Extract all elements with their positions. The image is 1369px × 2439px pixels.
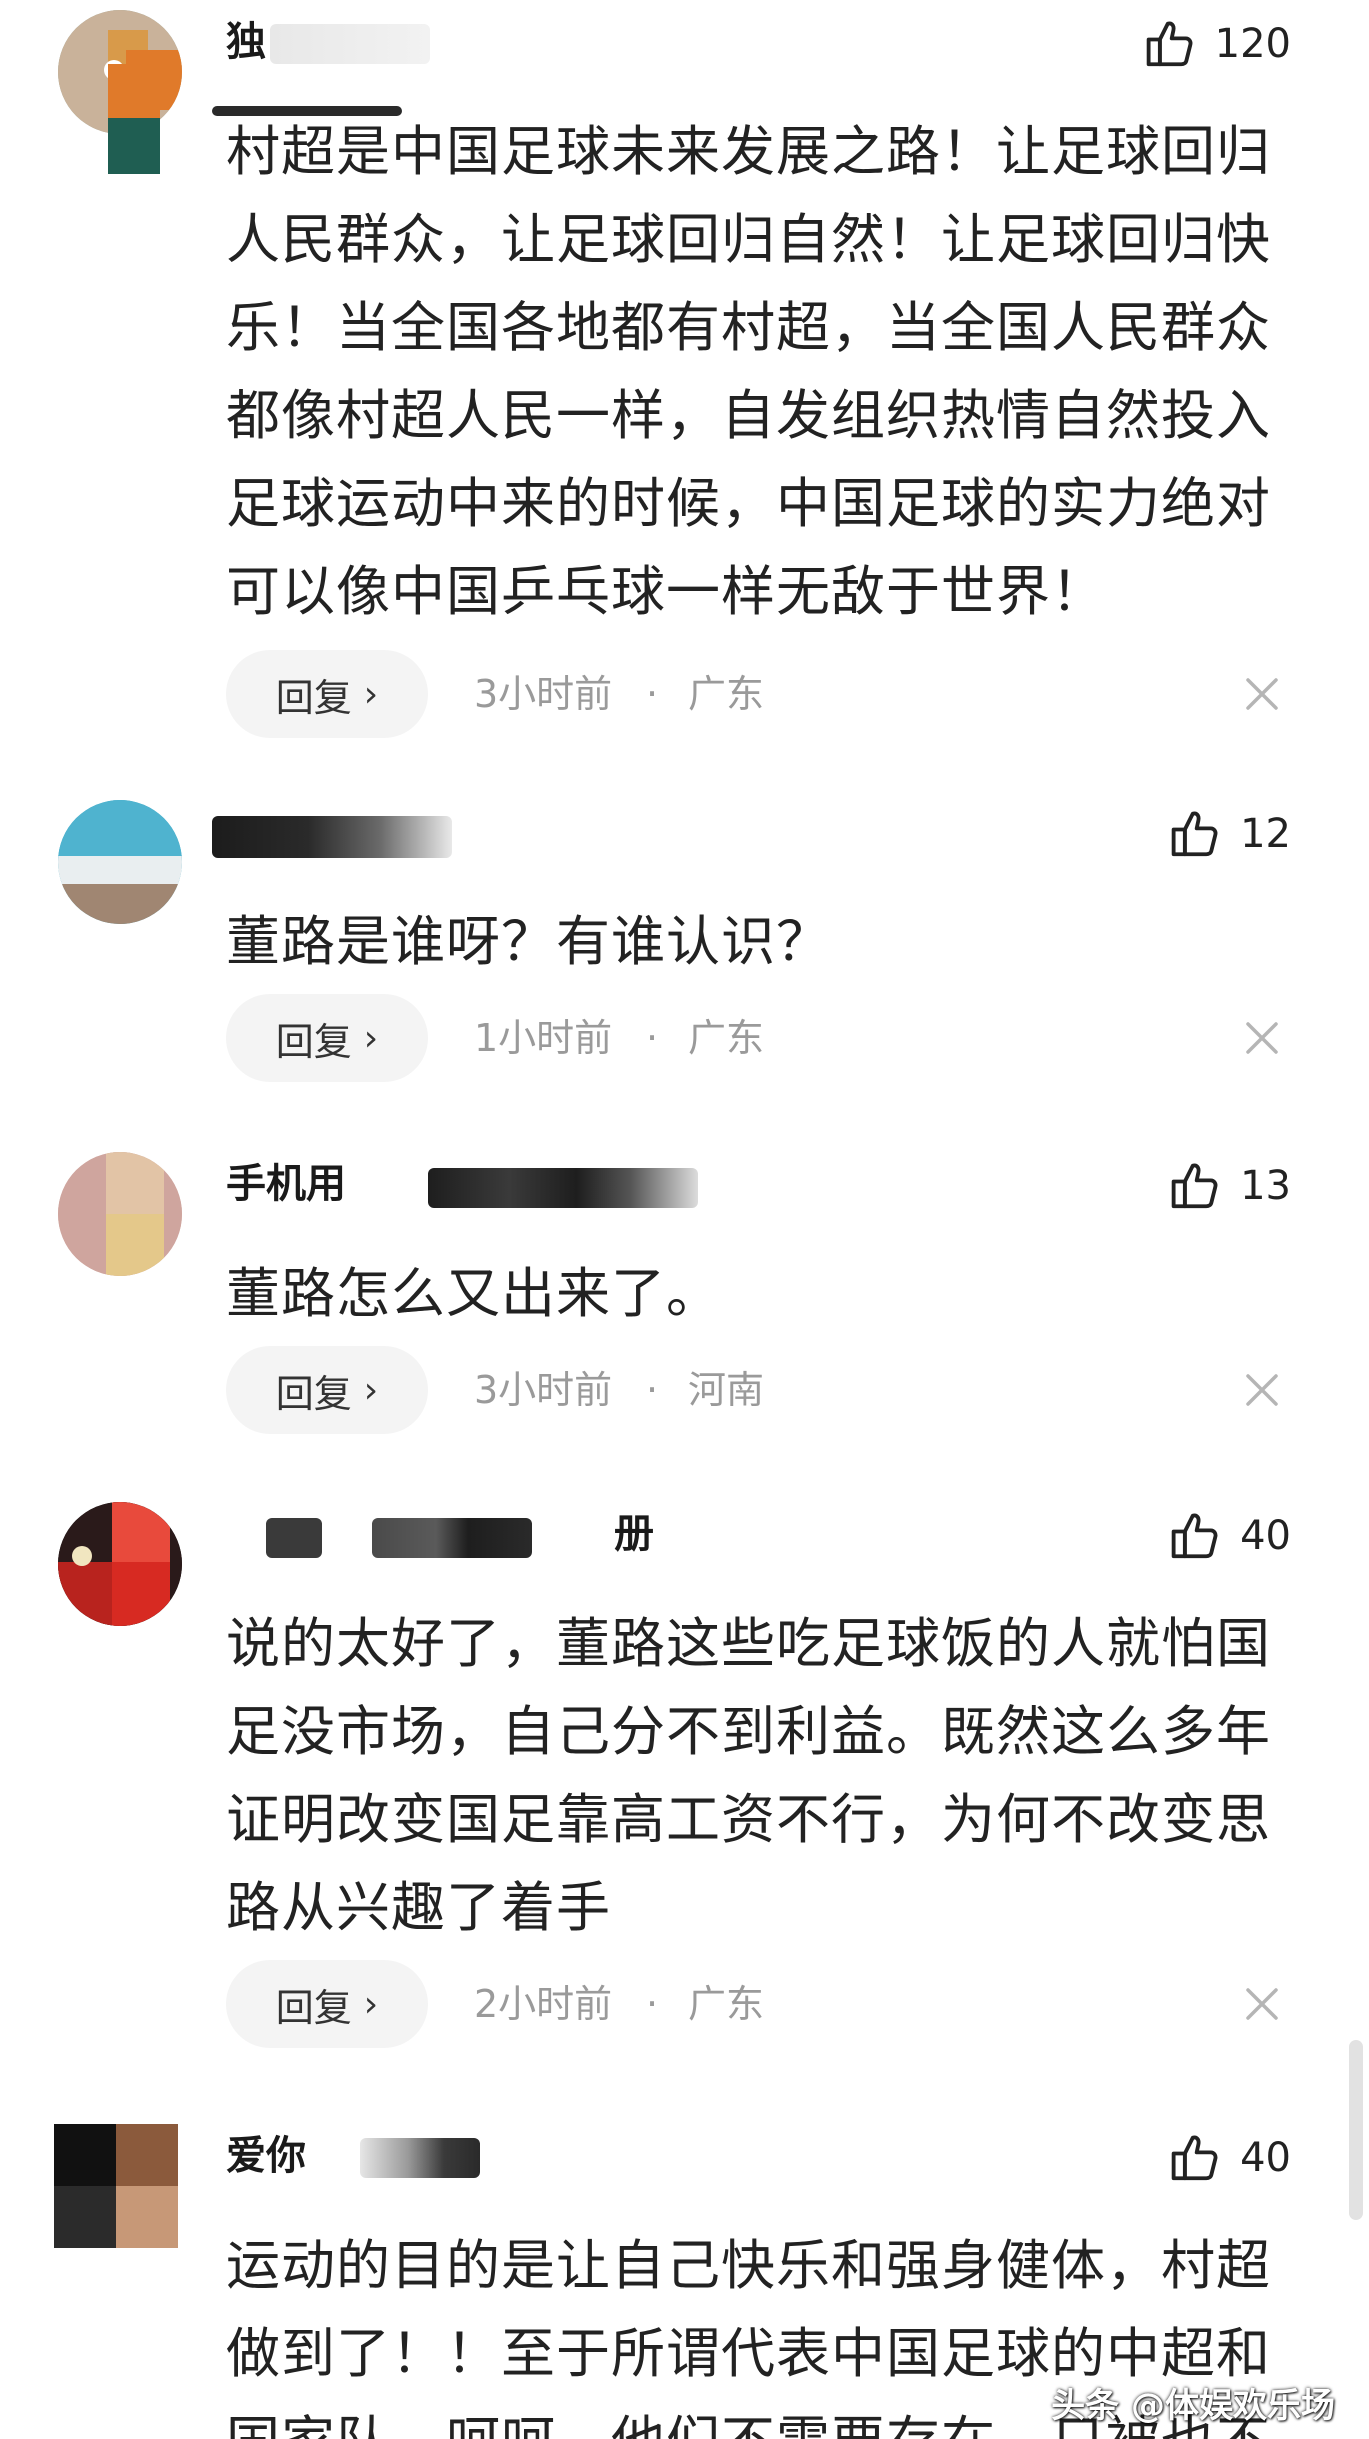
avatar[interactable]	[54, 2124, 178, 2248]
like-count: 40	[1240, 2135, 1291, 2181]
comment-meta: 回复 › 3小时前 · 广东	[226, 650, 1306, 738]
chevron-right-icon: ›	[363, 1017, 379, 1059]
reply-label: 回复	[275, 675, 352, 720]
close-icon	[1246, 1022, 1278, 1054]
comment-meta: 回复 › 3小时前 · 河南	[226, 1346, 1306, 1434]
thumbs-up-icon	[1171, 1513, 1218, 1559]
username[interactable]: 独	[226, 14, 266, 70]
like-button[interactable]: 40	[1168, 2126, 1291, 2190]
comment-text: 董路怎么又出来了。	[226, 1262, 721, 1325]
redacted-username	[266, 1518, 322, 1558]
chevron-right-icon: ›	[363, 1983, 379, 2025]
close-button[interactable]	[1218, 1960, 1306, 2048]
avatar[interactable]	[58, 800, 182, 924]
thumbs-up-icon	[1171, 811, 1218, 857]
comment-feed: 独 120 村超是中国足球未来发展之路！让足球回归人民群众，让足球回归自然！让足…	[0, 0, 1369, 2439]
reply-label: 回复	[275, 1985, 352, 2030]
chevron-right-icon: ›	[363, 1369, 379, 1411]
close-button[interactable]	[1218, 650, 1306, 738]
like-count: 40	[1240, 1513, 1291, 1559]
redacted-username	[428, 1168, 698, 1208]
like-button[interactable]: 40	[1168, 1504, 1291, 1568]
like-button[interactable]: 120	[1143, 12, 1291, 76]
comment-time: 1小时前	[474, 1016, 613, 1060]
comment-meta: 回复 › 2小时前 · 广东	[226, 1960, 1306, 2048]
like-button[interactable]: 12	[1168, 802, 1291, 866]
close-button[interactable]	[1218, 1346, 1306, 1434]
avatar[interactable]	[58, 1502, 182, 1626]
comment-location: 广东	[688, 1982, 765, 2026]
comment-time: 3小时前	[474, 672, 613, 716]
reply-button[interactable]: 回复 ›	[226, 1346, 428, 1434]
avatar[interactable]	[58, 1152, 182, 1276]
like-button[interactable]: 13	[1168, 1154, 1291, 1218]
redacted-username	[372, 1518, 532, 1558]
comment-text: 村超是中国足球未来发展之路！让足球回归人民群众，让足球回归自然！让足球回归快乐！…	[226, 120, 1271, 623]
comment-location: 广东	[688, 1016, 765, 1060]
thumbs-up-icon	[1171, 1163, 1218, 1209]
close-icon	[1246, 1374, 1278, 1406]
comment-text: 说的太好了，董路这些吃足球饭的人就怕国足没市场，自己分不到利益。既然这么多年证明…	[226, 1612, 1271, 1939]
reply-label: 回复	[275, 1019, 352, 1064]
reply-label: 回复	[275, 1371, 352, 1416]
like-count: 12	[1240, 811, 1291, 857]
like-count: 120	[1214, 21, 1291, 67]
comment-time: 2小时前	[474, 1982, 613, 2026]
close-icon	[1246, 678, 1278, 710]
like-count: 13	[1240, 1163, 1291, 1209]
comment-meta: 回复 › 1小时前 · 广东	[226, 994, 1306, 1082]
comment-time: 3小时前	[474, 1368, 613, 1412]
avatar-overlay	[108, 118, 160, 174]
username[interactable]: 爱你	[226, 2128, 306, 2184]
separator-dot: ·	[646, 1016, 659, 1060]
separator-dot: ·	[646, 1982, 659, 2026]
comment-text: 董路是谁呀？有谁认识？	[226, 910, 831, 973]
thumbs-up-icon	[1146, 21, 1193, 67]
separator-dot: ·	[646, 672, 659, 716]
chevron-right-icon: ›	[363, 673, 379, 715]
username[interactable]: 手机用	[226, 1156, 346, 1212]
redacted-username	[212, 816, 452, 858]
close-icon	[1246, 1988, 1278, 2020]
username[interactable]: 册	[614, 1506, 654, 1562]
redacted-username	[270, 24, 430, 64]
reply-button[interactable]: 回复 ›	[226, 1960, 428, 2048]
thumbs-up-icon	[1171, 2135, 1218, 2181]
reply-button[interactable]: 回复 ›	[226, 650, 428, 738]
reply-button[interactable]: 回复 ›	[226, 994, 428, 1082]
redacted-username	[360, 2138, 480, 2178]
watermark: 头条 @体娱欢乐场	[1051, 2386, 1335, 2426]
separator-dot: ·	[646, 1368, 659, 1412]
comment-location: 河南	[688, 1368, 765, 1412]
comment-location: 广东	[688, 672, 765, 716]
close-button[interactable]	[1218, 994, 1306, 1082]
scrollbar[interactable]	[1349, 2040, 1363, 2220]
